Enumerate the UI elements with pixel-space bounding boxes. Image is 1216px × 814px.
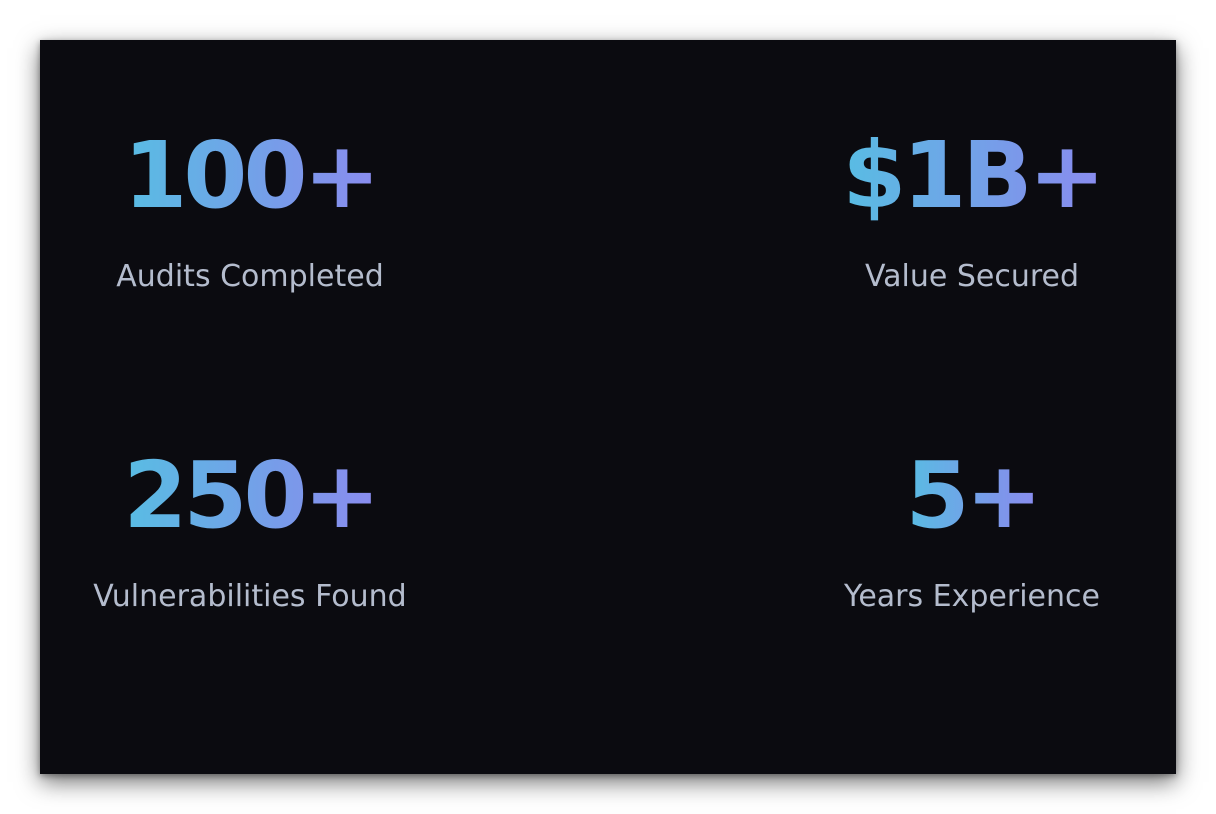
stat-value: 5+: [905, 442, 1042, 549]
stat-value: $1B+: [842, 122, 1105, 229]
stats-panel: 100+ Audits Completed $1B+ Value Secured…: [40, 40, 1176, 774]
stat-label: Audits Completed: [116, 259, 384, 294]
stat-audits-completed: 100+ Audits Completed: [40, 130, 460, 292]
stat-label: Vulnerabilities Found: [93, 579, 407, 614]
stat-value: 250+: [123, 442, 380, 549]
stat-label: Years Experience: [844, 579, 1100, 614]
stat-years-experience: 5+ Years Experience: [762, 450, 1182, 612]
stat-label: Value Secured: [864, 259, 1080, 294]
stat-vulnerabilities-found: 250+ Vulnerabilities Found: [40, 450, 460, 612]
stat-value-secured: $1B+ Value Secured: [762, 130, 1182, 292]
stat-value: 100+: [123, 122, 380, 229]
